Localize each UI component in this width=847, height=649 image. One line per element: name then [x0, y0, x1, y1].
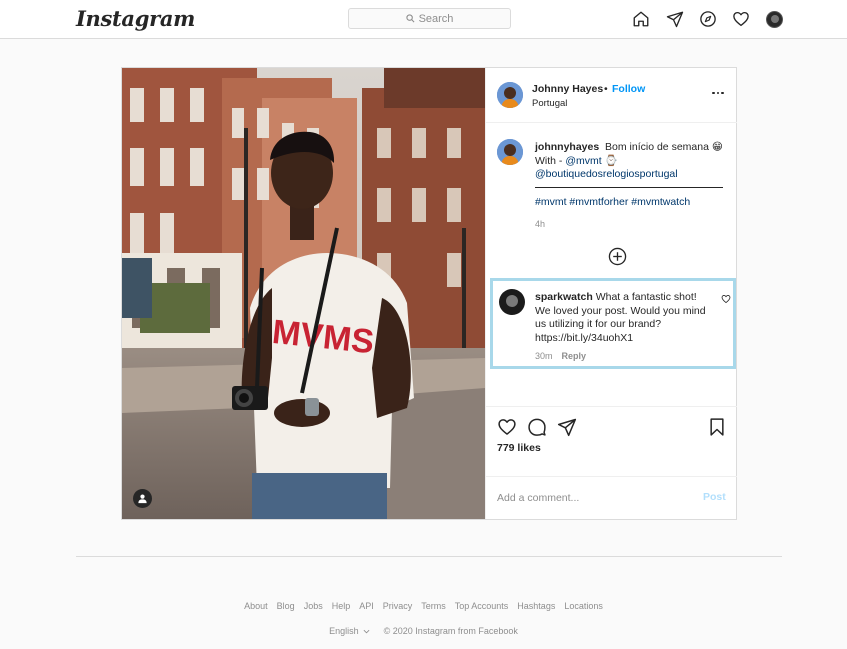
search-icon	[405, 14, 415, 23]
activity-button[interactable]	[731, 9, 751, 29]
comment-meta: 30m Reply	[535, 351, 586, 361]
footer-link-hashtags[interactable]: Hashtags	[517, 601, 555, 611]
reply-button[interactable]: Reply	[562, 351, 587, 361]
plus-circle-icon	[608, 247, 627, 266]
home-icon	[633, 11, 649, 27]
caption-with: With -	[535, 154, 563, 167]
load-more-comments-button[interactable]	[608, 247, 627, 266]
footer-link-jobs[interactable]: Jobs	[304, 601, 323, 611]
copyright: © 2020 Instagram from Facebook	[383, 626, 518, 636]
footer-link-top-accounts[interactable]: Top Accounts	[455, 601, 509, 611]
more-dot	[712, 91, 715, 95]
commenter-avatar[interactable]	[499, 289, 525, 315]
caption-username[interactable]: johnnyhayes	[535, 141, 599, 153]
author-avatar[interactable]	[497, 82, 523, 108]
comment-bubble-icon	[528, 418, 546, 436]
save-button[interactable]	[707, 417, 727, 437]
mention-mvmt[interactable]: @mvmt	[565, 155, 601, 167]
language-label: English	[329, 626, 359, 636]
direct-icon	[557, 418, 577, 437]
caption-text: Bom início de semana 😁	[605, 141, 723, 153]
footer-link-locations[interactable]: Locations	[564, 601, 603, 611]
footer-bottom: English © 2020 Instagram from Facebook	[0, 626, 847, 636]
bookmark-icon	[710, 418, 724, 436]
highlighted-comment: sparkwatch What a fantastic shot! We lov…	[490, 278, 736, 369]
footer-link-help[interactable]: Help	[332, 601, 351, 611]
profile-avatar	[765, 10, 783, 28]
comment-body: sparkwatch What a fantastic shot! We lov…	[535, 291, 713, 345]
footer-link-blog[interactable]: Blog	[277, 601, 295, 611]
caption-avatar-image	[497, 139, 523, 165]
comment-time: 30m	[535, 351, 553, 361]
instagram-logo[interactable]: Instagram	[76, 6, 195, 31]
follow-button[interactable]: Follow	[612, 83, 645, 95]
heart-icon	[733, 11, 749, 27]
comment-like-button[interactable]	[721, 294, 731, 304]
like-button[interactable]	[497, 417, 517, 437]
top-navigation-bar: Instagram Search	[0, 0, 847, 39]
footer-links: About Blog Jobs Help API Privacy Terms T…	[0, 601, 847, 611]
post-card: MVMS Johnny Hayes • Follow Portugal john…	[121, 67, 737, 520]
comment-input[interactable]	[497, 490, 687, 506]
caption-author-avatar[interactable]	[497, 139, 523, 165]
footer-link-terms[interactable]: Terms	[421, 601, 446, 611]
separator-dot: •	[604, 83, 608, 95]
chevron-down-icon	[363, 629, 370, 633]
home-button[interactable]	[631, 9, 651, 29]
tagged-users-button[interactable]	[133, 489, 152, 508]
post-comment-button[interactable]: Post	[703, 491, 726, 503]
comment-username[interactable]: sparkwatch	[535, 291, 593, 303]
post-location[interactable]: Portugal	[532, 98, 567, 109]
post-header: Johnny Hayes • Follow Portugal	[486, 68, 737, 123]
add-comment-bar: Post	[486, 476, 737, 519]
author-avatar-image	[497, 82, 523, 108]
user-icon	[138, 494, 147, 504]
caption-time: 4h	[535, 219, 546, 229]
heart-icon	[498, 419, 516, 435]
profile-button[interactable]	[764, 9, 784, 29]
caption-divider	[535, 187, 723, 188]
language-selector[interactable]: English	[329, 626, 370, 636]
post-actions: 779 likes	[486, 406, 737, 476]
caption-hashtags[interactable]: #mvmt #mvmtforher #mvmtwatch	[535, 196, 690, 208]
post-sidebar: Johnny Hayes • Follow Portugal johnnyhay…	[485, 68, 737, 519]
heart-icon	[721, 295, 731, 304]
more-dot	[721, 91, 724, 95]
more-options-button[interactable]	[712, 88, 726, 98]
post-photo[interactable]: MVMS	[122, 68, 485, 519]
footer-link-privacy[interactable]: Privacy	[383, 601, 413, 611]
share-button[interactable]	[557, 417, 577, 437]
post-caption: johnnyhayes Bom início de semana 😁 With …	[535, 141, 725, 182]
search-placeholder: Search	[418, 12, 454, 25]
likes-count[interactable]: 779 likes	[497, 442, 541, 454]
explore-button[interactable]	[698, 9, 718, 29]
search-box[interactable]: Search	[348, 8, 511, 29]
footer-link-about[interactable]: About	[244, 601, 268, 611]
watch-emoji: ⌚	[604, 154, 618, 167]
more-dot	[716, 91, 719, 95]
mention-boutique[interactable]: @boutiquedosrelogiosportugal	[535, 168, 678, 180]
explore-icon	[700, 11, 716, 27]
direct-messages-button[interactable]	[665, 9, 685, 29]
author-name[interactable]: Johnny Hayes	[532, 83, 603, 95]
post-image: MVMS	[122, 68, 485, 519]
footer-divider	[76, 556, 782, 557]
direct-icon	[666, 11, 684, 28]
comment-button[interactable]	[527, 417, 547, 437]
footer-link-api[interactable]: API	[359, 601, 374, 611]
